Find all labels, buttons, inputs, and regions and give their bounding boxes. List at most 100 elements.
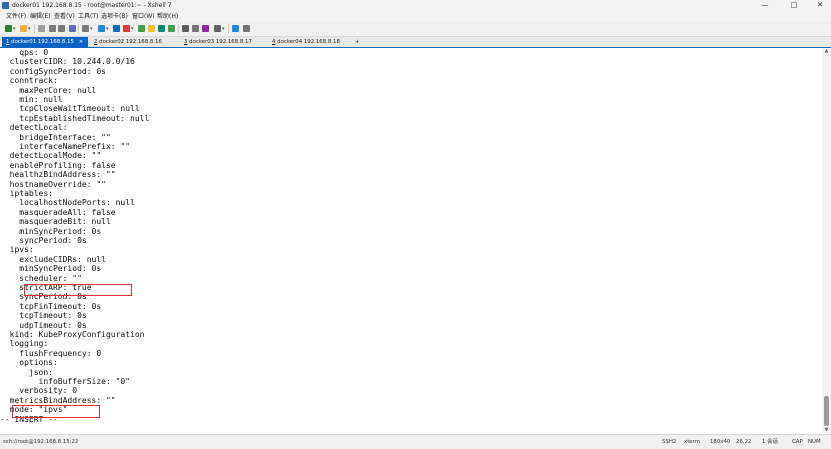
terminal-line: tcpCloseWaitTimeout: null [0, 104, 140, 114]
tab-label: docker03 192.168.8.17 [189, 39, 252, 45]
tab-number: 2 [94, 39, 98, 45]
terminal-output[interactable]: qps: 0 clusterCIDR: 10.244.0.0/16 config… [0, 48, 822, 434]
menu-bar: 文件(F) 编辑(E) 查看(V) 工具(T) 选项卡(B) 窗口(W) 帮助(… [0, 11, 831, 22]
status-caps-lock: CAP [792, 439, 803, 445]
scrollbar-thumb[interactable] [824, 396, 829, 426]
chevron-down-icon[interactable]: ▾ [131, 27, 135, 32]
menu-tools[interactable]: 工具(T) [78, 12, 98, 21]
scroll-up-arrow-icon[interactable]: ▲ [822, 48, 831, 55]
terminal-line: enableProfiling: false [0, 160, 116, 170]
terminal-line: minSyncPeriod: 0s [0, 226, 102, 236]
vertical-scrollbar[interactable]: ▲ ▼ [822, 48, 831, 434]
tab-label: docker01 192.168.8.15 [11, 39, 74, 45]
chevron-down-icon[interactable]: ▾ [28, 27, 32, 32]
terminal-line: interfaceNamePrefix: "" [0, 142, 131, 151]
status-num-lock: NUM [808, 439, 821, 445]
terminal-line: detectLocalMode: "" [0, 151, 102, 161]
tab-number: 1 [6, 39, 10, 45]
terminal-line: hostnameOverride: "" [0, 179, 106, 189]
keyboard-icon[interactable] [182, 25, 189, 32]
terminal-line: qps: 0 [0, 48, 49, 57]
terminal-line: tcpTimeout: 0s [0, 311, 87, 321]
session-tab-bar: 1 docker01 192.168.8.15 × 2 docker02 192… [0, 37, 831, 48]
maximize-button[interactable]: □ [783, 0, 805, 11]
menu-view[interactable]: 查看(V) [54, 12, 75, 21]
lock-icon[interactable] [148, 25, 155, 32]
terminal-line: tcpEstablishedTimeout: null [0, 113, 150, 123]
terminal-line: masqueradeBit: null [0, 217, 111, 227]
tab-label: docker02 192.168.8.16 [99, 39, 162, 45]
terminal-line: iptables: [0, 189, 53, 198]
new-tab-button[interactable]: + [352, 37, 364, 47]
menu-help[interactable]: 帮助(H) [157, 12, 178, 21]
tab-docker04[interactable]: 4 docker04 192.168.8.18 [268, 37, 354, 47]
terminal-line: logging: [0, 339, 49, 349]
compose-icon[interactable] [192, 25, 199, 32]
layout-icon[interactable] [214, 25, 221, 32]
transfer-icon[interactable] [168, 25, 175, 32]
help-icon[interactable] [232, 25, 239, 32]
toolbar-separator [34, 24, 35, 33]
terminal-line: options: [0, 358, 58, 368]
close-button[interactable]: ✕ [809, 0, 831, 11]
tab-label: docker04 192.168.8.18 [277, 39, 340, 45]
menu-window[interactable]: 窗口(W) [132, 12, 155, 21]
terminal-line: maxPerCore: null [0, 85, 97, 95]
paste-icon[interactable] [58, 25, 65, 32]
options-icon[interactable] [243, 25, 250, 32]
highlight-box-mode [12, 405, 100, 418]
status-terminal-size: 180x40 [710, 439, 731, 445]
terminal-line: healthzBindAddress: "" [0, 170, 116, 180]
terminal-line: detectLocal: [0, 123, 68, 133]
font-icon[interactable] [113, 25, 120, 32]
terminal-line: localhostNodePorts: null [0, 198, 135, 208]
close-icon[interactable]: × [79, 39, 84, 45]
title-bar: docker01 192.168.8.15 - root@master01:~ … [0, 0, 831, 11]
terminal-line: kind: KubeProxyConfiguration [0, 330, 145, 339]
open-folder-icon[interactable] [20, 25, 27, 32]
toolbar-separator [178, 24, 179, 33]
status-protocol: SSH2 [662, 439, 677, 445]
copy-icon[interactable] [49, 25, 56, 32]
chevron-down-icon[interactable]: ▾ [222, 27, 226, 32]
chevron-down-icon[interactable]: ▾ [90, 27, 94, 32]
scroll-down-arrow-icon[interactable]: ▼ [822, 427, 831, 434]
terminal-line: bridgeInterface: "" [0, 132, 111, 142]
terminal-line: syncPeriod: 0s [0, 236, 87, 245]
terminal-line: masqueradeAll: false [0, 207, 116, 217]
terminal-line: clusterCIDR: 10.244.0.0/16 [0, 57, 135, 67]
terminal-line: minSyncPeriod: 0s [0, 264, 102, 274]
new-session-icon[interactable] [5, 25, 12, 32]
globe-icon[interactable] [98, 25, 105, 32]
terminal-line: tcpFinTimeout: 0s [0, 301, 102, 311]
toolbar-separator [228, 24, 229, 33]
find-icon[interactable] [69, 25, 76, 32]
chevron-down-icon[interactable]: ▾ [13, 27, 17, 32]
terminal-line: json: [0, 367, 53, 377]
status-cursor-position: 26,22 [736, 439, 752, 445]
script-icon[interactable] [202, 25, 209, 32]
terminal-line: min: null [0, 95, 63, 104]
tab-docker03[interactable]: 3 docker03 192.168.8.17 [180, 37, 266, 47]
terminal-line: verbosity: 0 [0, 386, 78, 396]
tab-docker01[interactable]: 1 docker01 192.168.8.15 × [2, 37, 88, 47]
link-icon[interactable] [38, 25, 45, 32]
menu-tabs[interactable]: 选项卡(B) [101, 12, 128, 21]
status-bar: ssh://root@192.168.8.15:22 SSH2 xterm 18… [0, 434, 831, 449]
minimize-button[interactable]: — [754, 0, 776, 11]
terminal-line: scheduler: "" [0, 273, 82, 283]
tab-docker02[interactable]: 2 docker02 192.168.8.16 [90, 37, 176, 47]
fullscreen-icon[interactable] [158, 25, 165, 32]
toolbar: ▾ ▾ ▾ ▾ ▾ ▾ [0, 22, 831, 37]
status-connection: ssh://root@192.168.8.15:22 [3, 439, 79, 445]
terminal-line: flushFrequency: 0 [0, 348, 102, 358]
menu-edit[interactable]: 编辑(E) [30, 12, 50, 21]
menu-file[interactable]: 文件(F) [6, 12, 26, 21]
xshell-app-icon [2, 2, 9, 9]
chevron-down-icon[interactable]: ▾ [106, 27, 110, 32]
print-icon[interactable] [82, 25, 89, 32]
xftp-icon[interactable] [138, 25, 145, 32]
highlight-box-strictarp [24, 284, 132, 296]
color-icon[interactable] [123, 25, 130, 32]
status-term-type: xterm [684, 439, 700, 445]
